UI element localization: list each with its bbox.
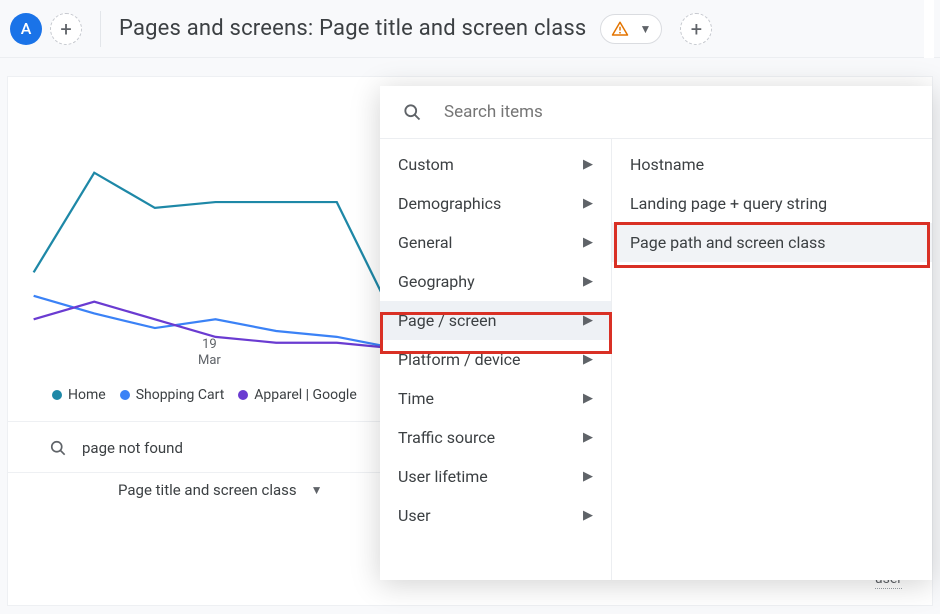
chevron-right-icon: ▶ xyxy=(583,157,593,172)
popup-search-row xyxy=(380,86,932,139)
category-label: Traffic source xyxy=(398,428,495,447)
category-item[interactable]: User ▶ xyxy=(380,496,611,535)
legend-item[interactable]: Home xyxy=(52,387,106,403)
item-column: HostnameLanding page + query stringPage … xyxy=(612,139,932,580)
search-icon xyxy=(48,438,68,458)
panel-edge xyxy=(924,0,934,58)
chevron-right-icon: ▶ xyxy=(583,391,593,406)
category-column: Custom▶Demographics▶General▶Geography▶Pa… xyxy=(380,139,612,580)
category-item[interactable]: General ▶ xyxy=(380,223,611,262)
sampling-warning-pill[interactable]: ▼ xyxy=(600,14,662,44)
category-item[interactable]: Geography ▶ xyxy=(380,262,611,301)
warning-triangle-icon xyxy=(611,20,629,38)
chevron-right-icon: ▶ xyxy=(583,274,593,289)
legend-item[interactable]: Shopping Cart xyxy=(120,387,225,403)
dimension-picker-popup: Custom▶Demographics▶General▶Geography▶Pa… xyxy=(380,86,932,580)
chevron-down-icon: ▼ xyxy=(311,483,323,497)
dimension-item[interactable]: Landing page + query string xyxy=(612,184,932,223)
category-label: Geography xyxy=(398,272,475,291)
add-variant-button[interactable]: + xyxy=(50,13,82,45)
category-label: General xyxy=(398,233,452,252)
dimension-item[interactable]: Hostname xyxy=(612,145,932,184)
category-item[interactable]: Page / screen ▶ xyxy=(380,301,611,340)
category-label: Page / screen xyxy=(398,311,496,330)
legend-dot xyxy=(238,390,248,400)
chevron-right-icon: ▶ xyxy=(583,313,593,328)
category-label: User lifetime xyxy=(398,467,488,486)
category-item[interactable]: Custom ▶ xyxy=(380,145,611,184)
chevron-right-icon: ▶ xyxy=(583,352,593,367)
chevron-right-icon: ▶ xyxy=(583,235,593,250)
search-input[interactable] xyxy=(82,439,342,457)
chevron-right-icon: ▶ xyxy=(583,469,593,484)
chevron-right-icon: ▶ xyxy=(583,196,593,211)
page-title: Pages and screens: Page title and screen… xyxy=(119,16,586,41)
category-label: Demographics xyxy=(398,194,501,213)
category-label: Time xyxy=(398,389,434,408)
legend-dot xyxy=(120,390,130,400)
add-comparison-button[interactable]: + xyxy=(680,13,712,45)
top-header: A + Pages and screens: Page title and sc… xyxy=(0,0,940,58)
x-axis-tick: 19 Mar xyxy=(198,337,221,370)
legend-item[interactable]: Apparel | Google xyxy=(238,387,356,403)
category-item[interactable]: Demographics ▶ xyxy=(380,184,611,223)
category-label: User xyxy=(398,506,431,525)
legend-dot xyxy=(52,390,62,400)
chevron-down-icon: ▼ xyxy=(639,22,651,36)
category-item[interactable]: Traffic source ▶ xyxy=(380,418,611,457)
category-label: Platform / device xyxy=(398,350,521,369)
avatar[interactable]: A xyxy=(10,13,42,45)
category-item[interactable]: Platform / device ▶ xyxy=(380,340,611,379)
search-icon xyxy=(402,102,422,122)
dimension-item[interactable]: Page path and screen class xyxy=(612,223,932,262)
category-item[interactable]: Time ▶ xyxy=(380,379,611,418)
chevron-right-icon: ▶ xyxy=(583,508,593,523)
popup-search-input[interactable] xyxy=(444,102,744,122)
popup-columns: Custom▶Demographics▶General▶Geography▶Pa… xyxy=(380,139,932,580)
category-label: Custom xyxy=(398,155,454,174)
category-item[interactable]: User lifetime ▶ xyxy=(380,457,611,496)
divider xyxy=(100,11,101,47)
chevron-right-icon: ▶ xyxy=(583,430,593,445)
